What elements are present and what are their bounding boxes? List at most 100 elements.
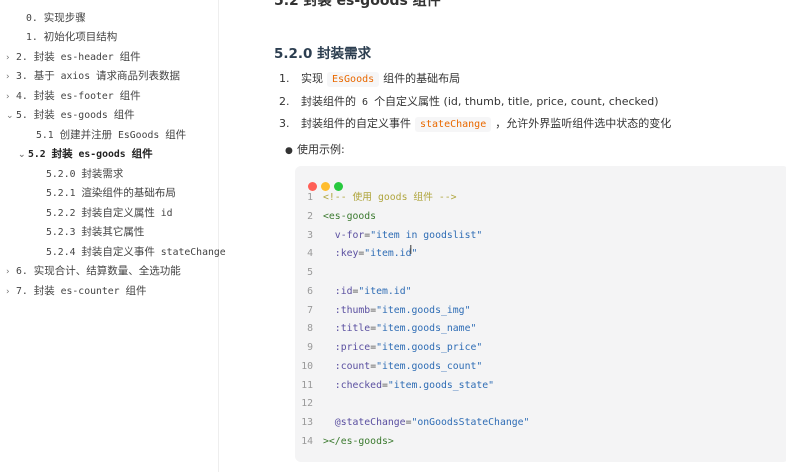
toc-label: 封装需求 bbox=[81, 168, 124, 180]
toc-label: 封装 bbox=[51, 148, 73, 160]
code-line: 14 ></es-goods> bbox=[295, 432, 394, 451]
code-token: "onGoodsStateChange" bbox=[411, 417, 530, 428]
toc-item[interactable]: 5.1 创建并注册 EsGoods 组件 bbox=[26, 126, 186, 144]
toc-code: es-goods bbox=[54, 110, 114, 121]
toc-item[interactable]: › 7. 封装 es-counter 组件 bbox=[6, 282, 146, 300]
section-title: 5.2.0 封装需求 bbox=[274, 46, 372, 62]
toc-label-tail: 组件 bbox=[119, 90, 141, 102]
chevron-right-icon: › bbox=[6, 267, 10, 277]
line-number: 1 bbox=[307, 192, 313, 203]
line-number: 3 bbox=[307, 229, 313, 241]
line-number: 10 bbox=[301, 360, 313, 372]
toc-item[interactable]: 5.2.1 渲染组件的基础布局 bbox=[36, 184, 176, 202]
toc-label-tail: 组件 bbox=[125, 285, 147, 297]
toc-item[interactable]: › 4. 封装 es-footer 组件 bbox=[6, 87, 141, 105]
toc-label-tail: 组件 bbox=[113, 109, 135, 121]
bullet-dot-icon: ● bbox=[285, 146, 293, 156]
code-token: <es-goods bbox=[323, 210, 377, 222]
toc-label: 封装 bbox=[33, 51, 55, 63]
toc-label-tail: 请求商品列表数据 bbox=[96, 70, 180, 82]
toc-label-tail: 组件 bbox=[131, 148, 153, 160]
toc-item[interactable]: 5.2.2 封装自定义属性 id bbox=[36, 204, 173, 222]
toc-item[interactable]: › 6. 实现合计、结算数量、全选功能 bbox=[6, 262, 181, 280]
line-number: 14 bbox=[301, 435, 313, 447]
code-line: 10 :count="item.goods_count" bbox=[295, 357, 482, 376]
requirement-text: 封装组件的自定义事件 bbox=[301, 117, 411, 130]
toc-item[interactable]: 5.2.0 封装需求 bbox=[36, 165, 123, 183]
toc-code: es-footer bbox=[54, 91, 120, 102]
toc-label: 封装自定义事件 bbox=[81, 246, 155, 258]
toc-number: 5.2.1 bbox=[46, 188, 82, 199]
inline-code: stateChange bbox=[415, 117, 492, 132]
toc-label: 渲染组件的基础布局 bbox=[81, 187, 176, 199]
toc-number: 3. bbox=[16, 71, 34, 82]
inline-number: 6 bbox=[356, 97, 375, 108]
toc-item[interactable]: 5.2.3 封装其它属性 bbox=[36, 223, 144, 241]
requirement-item: 2. 封装组件的 6 个自定义属性 (id, thumb, title, pric… bbox=[279, 93, 659, 111]
toc-code: es-goods bbox=[72, 149, 132, 160]
code-token: @stateChange bbox=[334, 417, 406, 428]
toc-item[interactable]: 1. 初始化项目结构 bbox=[16, 28, 117, 46]
code-token: "item.goods_price" bbox=[376, 342, 483, 353]
code-line: 5 bbox=[295, 263, 323, 282]
line-number: 8 bbox=[307, 323, 313, 335]
toc-number: 7. bbox=[16, 286, 34, 297]
chevron-right-icon: › bbox=[6, 92, 10, 102]
toc-code: es-counter bbox=[54, 286, 126, 297]
usage-label: 使用示例: bbox=[297, 143, 345, 156]
chevron-down-icon: ⌄ bbox=[6, 111, 14, 121]
toc-number: 5.2.2 bbox=[46, 208, 82, 219]
toc-label: 创建并注册 bbox=[59, 129, 113, 141]
toc-code: stateChange bbox=[154, 247, 226, 258]
chevron-right-icon: › bbox=[6, 287, 10, 297]
code-line: 11 :checked="item.goods_state" bbox=[295, 376, 494, 395]
toc-item[interactable]: 0. 实现步骤 bbox=[16, 9, 86, 27]
line-number: 7 bbox=[307, 304, 313, 316]
toc-code: id bbox=[154, 208, 173, 219]
code-token: "item.id" bbox=[358, 285, 412, 297]
toc-label-tail: 组件 bbox=[119, 51, 141, 63]
requirement-text-tail: 个自定义属性 (id, thumb, title, price, count, … bbox=[374, 95, 659, 108]
toc-number: 2. bbox=[16, 52, 34, 63]
toc-number: 0. bbox=[26, 13, 44, 24]
chevron-down-icon: ⌄ bbox=[18, 150, 26, 160]
code-block[interactable]: 1 <!-- 使用 goods 组件 --> 2 <es-goods 3 v-for="… bbox=[295, 166, 786, 462]
requirement-text-tail: ，允许外界监听组件选中状态的变化 bbox=[495, 117, 672, 130]
line-number: 12 bbox=[301, 398, 313, 410]
toc-item[interactable]: ⌄ 5. 封装 es-goods 组件 bbox=[6, 106, 135, 124]
toc-number: 5. bbox=[16, 110, 34, 121]
code-line: 4 :key="item.id" bbox=[295, 244, 417, 263]
line-number: 6 bbox=[307, 285, 313, 297]
toc-item[interactable]: 5.2.4 封装自定义事件 stateChange bbox=[36, 243, 226, 261]
toc-label: 封装自定义属性 bbox=[81, 207, 155, 219]
toc-label: 封装 bbox=[33, 109, 55, 121]
toc-label: 实现合计、结算数量、全选功能 bbox=[33, 265, 181, 277]
requirement-item: 3. 封装组件的自定义事件 stateChange ，允许外界监听组件选中状态的变化 bbox=[279, 115, 671, 133]
line-number: 2 bbox=[307, 210, 313, 222]
chevron-right-icon: › bbox=[6, 53, 10, 63]
toc-item[interactable]: › 3. 基于 axios 请求商品列表数据 bbox=[6, 67, 180, 85]
code-line: 3 v-for="item in goodslist" bbox=[295, 226, 482, 245]
requirement-number: 3. bbox=[279, 117, 290, 130]
toc-number: 4. bbox=[16, 91, 34, 102]
toc-item[interactable]: ⌄ 5.2 封装 es-goods 组件 bbox=[18, 145, 153, 163]
line-number: 11 bbox=[301, 379, 313, 391]
code-line: 8 :title="item.goods_name" bbox=[295, 319, 476, 338]
usage-bullet: ● 使用示例: bbox=[285, 141, 345, 159]
code-line: 7 :thumb="item.goods_img" bbox=[295, 301, 470, 320]
inline-code: EsGoods bbox=[327, 72, 380, 87]
toc-number: 5.1 bbox=[36, 130, 60, 141]
line-number: 5 bbox=[307, 267, 313, 278]
code-token: :price bbox=[334, 342, 371, 353]
toc-item[interactable]: › 2. 封装 es-header 组件 bbox=[6, 48, 141, 66]
code-token: "item.goods_count" bbox=[376, 360, 483, 372]
toc-label: 封装其它属性 bbox=[81, 226, 145, 238]
toc-number: 1. bbox=[26, 32, 44, 43]
chevron-right-icon: › bbox=[6, 72, 10, 82]
